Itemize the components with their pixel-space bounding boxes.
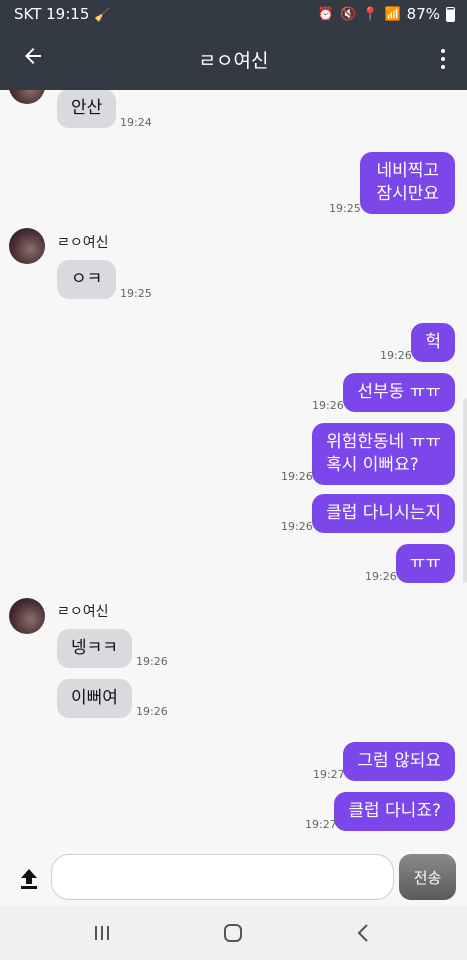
message-time: 19:27 [313, 768, 345, 781]
message-outgoing: 헉 [411, 323, 455, 362]
message-outgoing: 그럼 않되요 [343, 742, 455, 781]
message-outgoing: 클럽 다니시는지 [312, 494, 455, 533]
message-incoming: 이뻐여 [57, 679, 132, 718]
message-bubble: 안산 [57, 90, 117, 128]
more-options-icon[interactable] [433, 44, 453, 74]
message-time: 19:26 [365, 570, 397, 583]
chat-title: ㄹㅇ여신 [198, 50, 269, 72]
message-time: 19:25 [329, 202, 361, 215]
message-time: 19:24 [120, 116, 152, 129]
message-bubble: ㅇㅋ [57, 260, 117, 299]
battery-label: 87% [406, 5, 440, 23]
message-time: 19:26 [136, 655, 168, 668]
message-time: 19:25 [120, 287, 152, 300]
scrollbar[interactable] [463, 398, 467, 583]
message-bubble: 위험한동네 ㅠㅠ 혹시 이뻐요? [312, 423, 455, 485]
message-outgoing: ㅠㅠ [395, 544, 455, 583]
avatar [9, 90, 45, 104]
message-bubble: 클럽 다니시는지 [312, 494, 455, 533]
cleaner-icon: 🧹 [94, 8, 111, 23]
message-time: 19:26 [136, 705, 168, 718]
message-incoming: 넹ㅋㅋ [57, 629, 132, 668]
message-outgoing: 선부동 ㅠㅠ [343, 373, 455, 412]
message-bubble: 네비찍고 잠시만요 [360, 152, 455, 214]
message-time: 19:26 [281, 520, 313, 533]
avatar [9, 228, 45, 264]
message-time: 19:26 [312, 399, 344, 412]
mute-icon: 🔇 [340, 6, 357, 22]
status-left: SKT 19:15 🧹 [14, 5, 110, 23]
message-bubble: 이뻐여 [57, 679, 132, 718]
message-bubble: 넹ㅋㅋ [57, 629, 132, 668]
message-bubble: 클럽 다니죠? [334, 792, 455, 831]
composer-bar: 전송 [0, 848, 467, 906]
status-bar: SKT 19:15 🧹 ⏰ 🔇 📍 📶 87% [0, 0, 467, 30]
wifi-icon: 📶 [384, 6, 401, 22]
send-button[interactable]: 전송 [399, 854, 456, 900]
message-time: 19:26 [380, 349, 412, 362]
chat-area[interactable]: 안산 19:24 네비찍고 잠시만요 19:25 ㄹㅇ여신 ㅇㅋ 19:25 헉… [0, 90, 467, 848]
message-time: 19:26 [281, 470, 313, 483]
back-icon[interactable] [351, 920, 377, 946]
sender-name: ㄹㅇ여신 [57, 604, 109, 620]
message-bubble: ㅠㅠ [395, 544, 455, 583]
message-incoming: 안산 [57, 90, 117, 128]
home-icon[interactable] [220, 920, 246, 946]
message-time: 19:27 [305, 818, 337, 831]
location-icon: 📍 [362, 6, 379, 22]
message-bubble: 헉 [411, 323, 455, 362]
battery-icon [446, 6, 455, 22]
system-nav-bar [0, 906, 467, 960]
avatar [9, 598, 45, 634]
message-bubble: 그럼 않되요 [343, 742, 455, 781]
message-outgoing: 위험한동네 ㅠㅠ 혹시 이뻐요? [312, 423, 455, 485]
status-right: ⏰ 🔇 📍 📶 87% [318, 5, 455, 23]
app-bar: ㄹㅇ여신 [0, 30, 467, 90]
upload-icon[interactable] [14, 863, 44, 893]
alarm-icon: ⏰ [317, 6, 335, 22]
clock: 19:15 [46, 5, 90, 23]
sender-name: ㄹㅇ여신 [57, 235, 109, 251]
message-incoming: ㅇㅋ [57, 260, 117, 299]
message-bubble: 선부동 ㅠㅠ [343, 373, 455, 412]
message-outgoing: 네비찍고 잠시만요 [360, 152, 455, 214]
recent-apps-icon[interactable] [89, 920, 115, 946]
carrier-label: SKT [14, 5, 42, 23]
message-input[interactable] [51, 854, 394, 900]
message-outgoing: 클럽 다니죠? [334, 792, 455, 831]
